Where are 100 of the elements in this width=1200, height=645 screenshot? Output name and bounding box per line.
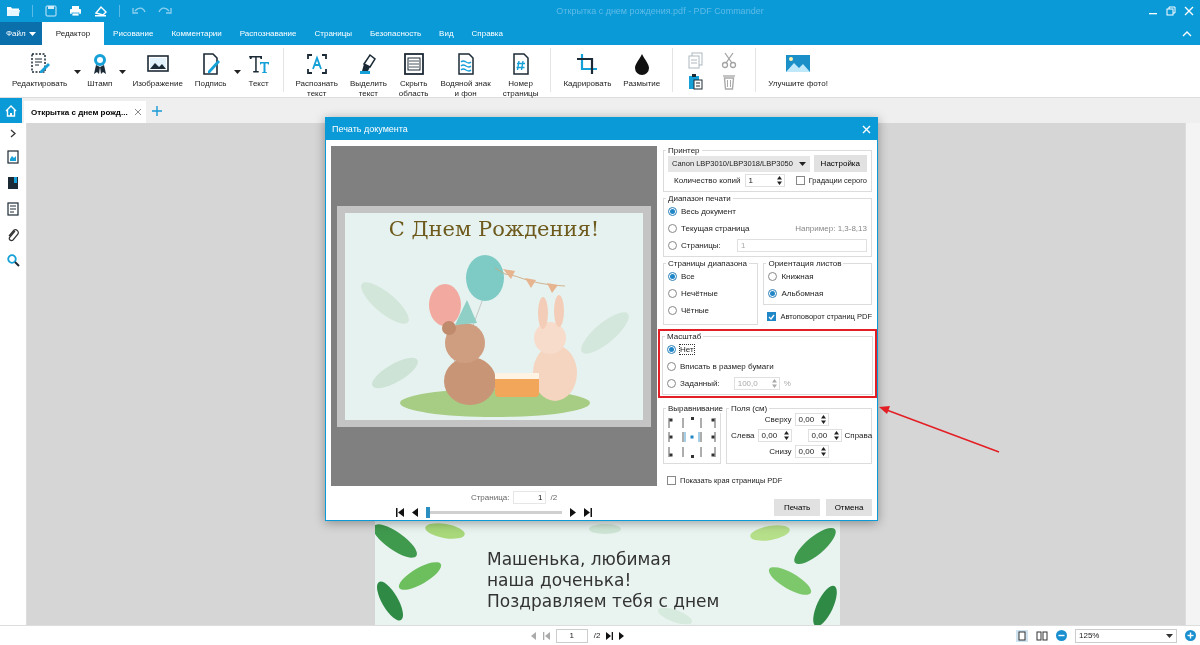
thumbnails-icon[interactable] (7, 150, 19, 164)
home-button[interactable] (0, 98, 22, 123)
checkbox[interactable] (667, 476, 676, 485)
radio-button[interactable] (768, 289, 778, 298)
toolbar-button[interactable]: Подпись (188, 52, 241, 89)
caret-icon[interactable] (1166, 633, 1173, 638)
toolbar-button[interactable]: Выделить текст (343, 52, 393, 99)
spinner-arrows-icon[interactable] (833, 431, 839, 440)
last-page-icon[interactable] (584, 508, 592, 517)
text-recognition-icon (304, 52, 329, 76)
radio-button[interactable] (668, 241, 677, 250)
clipboard-icon[interactable] (687, 73, 704, 90)
toolbar-button[interactable]: Изображение (126, 52, 189, 89)
document-tab[interactable]: Открытка с днем рожд... (24, 101, 146, 123)
unit-label: % (783, 379, 791, 388)
page-label: Страница: (470, 493, 510, 502)
toolbar-button[interactable]: Размытие (617, 52, 667, 89)
radio-button[interactable] (668, 207, 677, 216)
card-title: С Днем Рождения! (387, 215, 601, 241)
toolbar-button[interactable]: Скрыть область (392, 52, 435, 99)
radio-button[interactable] (668, 272, 677, 281)
search-icon[interactable] (6, 254, 20, 267)
checkbox[interactable] (795, 176, 805, 185)
radio-button[interactable] (668, 306, 677, 315)
radio-button[interactable] (667, 379, 676, 388)
number-field[interactable]: 0,00 (794, 445, 829, 458)
group-label: Ориентация листов (767, 259, 843, 268)
number-field[interactable]: 1 (744, 174, 785, 187)
folder-icon[interactable] (6, 5, 20, 17)
caret-icon[interactable] (119, 70, 127, 74)
toolbar-button[interactable]: Кадрировать (557, 52, 618, 89)
radio-button[interactable] (667, 362, 676, 371)
group-label: Масштаб (666, 332, 703, 341)
number-field[interactable]: 0,00 (807, 429, 842, 442)
add-tab-icon[interactable] (151, 105, 162, 116)
document-text: Машенька, любимая наша доченька! Поздравляем тебя с днем (487, 549, 720, 612)
alignment-option[interactable] (668, 447, 684, 459)
group-label: Принтер (667, 146, 701, 155)
dialog-button[interactable]: Отмена (826, 499, 872, 516)
collapse-icon[interactable] (1182, 30, 1192, 37)
checkbox[interactable] (767, 312, 777, 321)
notes-icon[interactable] (7, 202, 19, 216)
dialog-button[interactable]: Печать (774, 499, 820, 516)
alignment-option[interactable] (700, 431, 716, 443)
file-menu-button[interactable]: Файл (0, 22, 42, 45)
zoom-in-icon[interactable] (1185, 630, 1196, 641)
toolbar-button[interactable]: Редактировать (6, 52, 82, 89)
setup-button[interactable]: Настройка (813, 155, 867, 172)
toolbar-button[interactable]: Улучшите фото! (762, 52, 834, 89)
menu-tab[interactable]: Редактор (41, 22, 105, 45)
alignment-option[interactable] (700, 447, 716, 459)
book-icon[interactable] (7, 176, 19, 190)
page-number-field[interactable]: 1 (555, 628, 588, 643)
page-number-field[interactable]: 1 (513, 491, 547, 504)
first-page-icon[interactable] (396, 508, 404, 517)
toolbar-button[interactable]: Текст (240, 52, 277, 89)
single-page-icon[interactable] (1016, 629, 1028, 642)
paperclip-icon[interactable] (7, 228, 19, 242)
spinner-arrows-icon[interactable] (820, 415, 826, 424)
radio-button[interactable] (668, 224, 677, 233)
field-label: Снизу (769, 447, 792, 456)
save-icon[interactable] (45, 5, 57, 17)
spinner-arrows-icon[interactable] (820, 447, 826, 456)
previous-icon[interactable] (412, 508, 418, 517)
caret-icon[interactable] (233, 70, 241, 74)
zoom-out-icon[interactable] (1056, 630, 1067, 641)
alignment-option[interactable] (700, 415, 716, 427)
two-pages-icon[interactable] (1036, 629, 1048, 642)
next-icon[interactable] (570, 508, 576, 517)
chevron-right-icon[interactable] (10, 129, 16, 138)
radio-button[interactable] (667, 345, 676, 354)
scanner-icon[interactable] (94, 5, 107, 17)
toolbar-button[interactable]: Штамп (81, 52, 127, 89)
close-icon[interactable] (133, 108, 142, 116)
print-icon[interactable] (69, 5, 82, 17)
zoom-field[interactable]: 125% (1075, 628, 1177, 643)
caret-icon[interactable] (798, 161, 806, 166)
radio-button[interactable] (668, 289, 677, 298)
alignment-icon (700, 445, 716, 458)
alignment-icon (700, 431, 716, 443)
option-label: Чётные (681, 306, 710, 315)
restore-icon[interactable] (1166, 6, 1176, 16)
toolbar-button[interactable]: Водяной знак и фон (434, 52, 497, 99)
toolbar-button[interactable]: Распознать текст (289, 52, 344, 99)
alignment-option[interactable] (668, 415, 684, 427)
tab-label: Открытка с днем рожд... (31, 107, 128, 117)
page-count: /2 (550, 493, 558, 502)
slider-thumb[interactable] (426, 507, 430, 518)
number-field[interactable]: 0,00 (757, 429, 792, 442)
spinner-arrows-icon[interactable] (783, 431, 789, 440)
last-page-icon[interactable] (606, 631, 614, 640)
number-field[interactable]: 0,00 (794, 413, 829, 426)
alignment-option[interactable] (668, 431, 684, 443)
next-icon[interactable] (619, 631, 626, 640)
spinner-arrows-icon[interactable] (776, 176, 782, 185)
radio-button[interactable] (768, 272, 778, 281)
scrollbar[interactable] (1185, 123, 1200, 625)
toolbar-button[interactable]: Номер страницы (496, 52, 545, 99)
option-label: Текущая страница (681, 224, 750, 233)
caret-icon[interactable] (74, 70, 82, 74)
